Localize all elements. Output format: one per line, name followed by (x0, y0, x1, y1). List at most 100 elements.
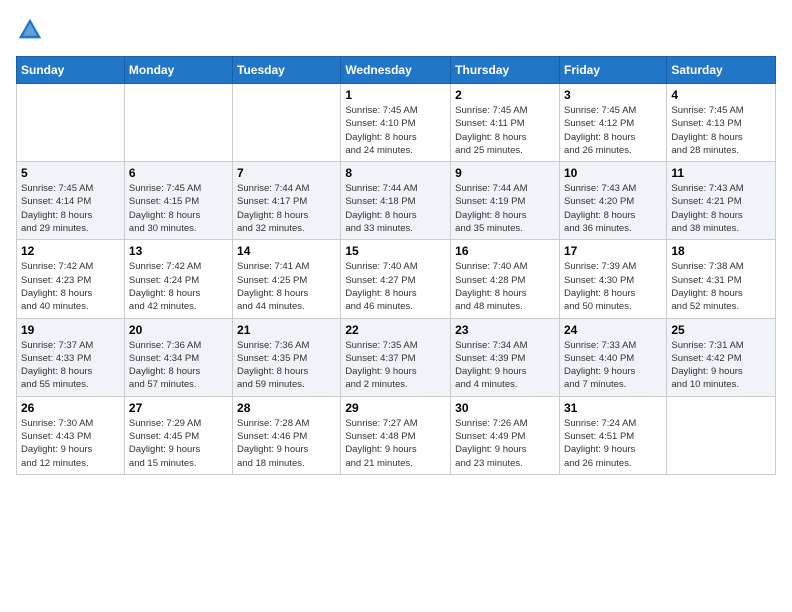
header-wednesday: Wednesday (341, 57, 451, 84)
header-thursday: Thursday (451, 57, 560, 84)
week-row-4: 26 Sunrise: 7:30 AM Sunset: 4:43 PM Dayli… (17, 396, 776, 474)
day-number: 5 (21, 166, 120, 180)
day-number: 29 (345, 401, 446, 415)
day-info: Sunrise: 7:44 AM Sunset: 4:17 PM Dayligh… (237, 182, 336, 235)
calendar-cell (17, 84, 125, 162)
day-number: 19 (21, 323, 120, 337)
calendar-cell: 25 Sunrise: 7:31 AM Sunset: 4:42 PM Dayli… (667, 318, 776, 396)
logo-icon (16, 16, 44, 44)
day-number: 4 (671, 88, 771, 102)
day-info: Sunrise: 7:45 AM Sunset: 4:14 PM Dayligh… (21, 182, 120, 235)
page-header (16, 16, 776, 44)
calendar-cell: 1 Sunrise: 7:45 AM Sunset: 4:10 PM Daylig… (341, 84, 451, 162)
day-number: 17 (564, 244, 662, 258)
day-info: Sunrise: 7:36 AM Sunset: 4:35 PM Dayligh… (237, 339, 336, 392)
day-number: 24 (564, 323, 662, 337)
calendar-cell: 8Sunrise: 7:44 AM Sunset: 4:18 PM Daylig… (341, 162, 451, 240)
calendar-cell: 28Sunrise: 7:28 AM Sunset: 4:46 PM Dayli… (233, 396, 341, 474)
day-number: 10 (564, 166, 662, 180)
calendar-cell: 15 Sunrise: 7:40 AM Sunset: 4:27 PM Dayli… (341, 240, 451, 318)
header-friday: Friday (559, 57, 666, 84)
calendar-cell: 14 Sunrise: 7:41 AM Sunset: 4:25 PM Dayli… (233, 240, 341, 318)
day-number: 26 (21, 401, 120, 415)
calendar-cell: 11 Sunrise: 7:43 AM Sunset: 4:21 PM Dayli… (667, 162, 776, 240)
day-info: Sunrise: 7:37 AM Sunset: 4:33 PM Dayligh… (21, 339, 120, 392)
day-info: Sunrise: 7:44 AM Sunset: 4:19 PM Dayligh… (455, 182, 555, 235)
day-info: Sunrise: 7:40 AM Sunset: 4:28 PM Dayligh… (455, 260, 555, 313)
day-number: 1 (345, 88, 446, 102)
day-info: Sunrise: 7:30 AM Sunset: 4:43 PM Dayligh… (21, 417, 120, 470)
day-number: 31 (564, 401, 662, 415)
day-number: 21 (237, 323, 336, 337)
day-number: 27 (129, 401, 228, 415)
day-info: Sunrise: 7:29 AM Sunset: 4:45 PM Dayligh… (129, 417, 228, 470)
day-number: 9 (455, 166, 555, 180)
day-info: Sunrise: 7:36 AM Sunset: 4:34 PM Dayligh… (129, 339, 228, 392)
day-info: Sunrise: 7:45 AM Sunset: 4:13 PM Dayligh… (671, 104, 771, 157)
day-info: Sunrise: 7:38 AM Sunset: 4:31 PM Dayligh… (671, 260, 771, 313)
day-info: Sunrise: 7:45 AM Sunset: 4:10 PM Dayligh… (345, 104, 446, 157)
day-number: 25 (671, 323, 771, 337)
day-number: 20 (129, 323, 228, 337)
day-info: Sunrise: 7:43 AM Sunset: 4:20 PM Dayligh… (564, 182, 662, 235)
day-number: 22 (345, 323, 446, 337)
day-info: Sunrise: 7:26 AM Sunset: 4:49 PM Dayligh… (455, 417, 555, 470)
day-info: Sunrise: 7:27 AM Sunset: 4:48 PM Dayligh… (345, 417, 446, 470)
calendar-cell: 22 Sunrise: 7:35 AM Sunset: 4:37 PM Dayli… (341, 318, 451, 396)
day-number: 13 (129, 244, 228, 258)
day-info: Sunrise: 7:42 AM Sunset: 4:24 PM Dayligh… (129, 260, 228, 313)
week-row-2: 12 Sunrise: 7:42 AM Sunset: 4:23 PM Dayli… (17, 240, 776, 318)
day-number: 30 (455, 401, 555, 415)
header-monday: Monday (124, 57, 232, 84)
day-number: 15 (345, 244, 446, 258)
day-number: 16 (455, 244, 555, 258)
day-info: Sunrise: 7:42 AM Sunset: 4:23 PM Dayligh… (21, 260, 120, 313)
day-info: Sunrise: 7:33 AM Sunset: 4:40 PM Dayligh… (564, 339, 662, 392)
header-tuesday: Tuesday (233, 57, 341, 84)
calendar-cell: 31 Sunrise: 7:24 AM Sunset: 4:51 PM Dayli… (559, 396, 666, 474)
calendar-cell: 7 Sunrise: 7:44 AM Sunset: 4:17 PM Daylig… (233, 162, 341, 240)
day-number: 11 (671, 166, 771, 180)
header-saturday: Saturday (667, 57, 776, 84)
day-info: Sunrise: 7:45 AM Sunset: 4:11 PM Dayligh… (455, 104, 555, 157)
calendar-cell (233, 84, 341, 162)
logo (16, 16, 48, 44)
day-info: Sunrise: 7:31 AM Sunset: 4:42 PM Dayligh… (671, 339, 771, 392)
calendar-cell: 4 Sunrise: 7:45 AM Sunset: 4:13 PM Daylig… (667, 84, 776, 162)
calendar-cell: 27 Sunrise: 7:29 AM Sunset: 4:45 PM Dayli… (124, 396, 232, 474)
day-number: 18 (671, 244, 771, 258)
day-number: 12 (21, 244, 120, 258)
calendar-cell: 29 Sunrise: 7:27 AM Sunset: 4:48 PM Dayli… (341, 396, 451, 474)
day-info: Sunrise: 7:34 AM Sunset: 4:39 PM Dayligh… (455, 339, 555, 392)
calendar-cell: 24 Sunrise: 7:33 AM Sunset: 4:40 PM Dayli… (559, 318, 666, 396)
calendar-cell: 20 Sunrise: 7:36 AM Sunset: 4:34 PM Dayli… (124, 318, 232, 396)
day-info: Sunrise: 7:28 AM Sunset: 4:46 PM Dayligh… (237, 417, 336, 470)
day-info: Sunrise: 7:35 AM Sunset: 4:37 PM Dayligh… (345, 339, 446, 392)
week-row-0: 1 Sunrise: 7:45 AM Sunset: 4:10 PM Daylig… (17, 84, 776, 162)
calendar-cell (124, 84, 232, 162)
calendar-cell: 13 Sunrise: 7:42 AM Sunset: 4:24 PM Dayli… (124, 240, 232, 318)
day-number: 8 (345, 166, 446, 180)
header-sunday: Sunday (17, 57, 125, 84)
day-number: 7 (237, 166, 336, 180)
week-row-1: 5 Sunrise: 7:45 AM Sunset: 4:14 PM Daylig… (17, 162, 776, 240)
calendar-cell: 23 Sunrise: 7:34 AM Sunset: 4:39 PM Dayli… (451, 318, 560, 396)
day-number: 23 (455, 323, 555, 337)
week-row-3: 19 Sunrise: 7:37 AM Sunset: 4:33 PM Dayli… (17, 318, 776, 396)
calendar-cell: 6Sunrise: 7:45 AM Sunset: 4:15 PM Daylig… (124, 162, 232, 240)
calendar-cell (667, 396, 776, 474)
day-info: Sunrise: 7:24 AM Sunset: 4:51 PM Dayligh… (564, 417, 662, 470)
day-number: 6 (129, 166, 228, 180)
day-number: 14 (237, 244, 336, 258)
calendar-cell: 10 Sunrise: 7:43 AM Sunset: 4:20 PM Dayli… (559, 162, 666, 240)
day-info: Sunrise: 7:40 AM Sunset: 4:27 PM Dayligh… (345, 260, 446, 313)
day-info: Sunrise: 7:43 AM Sunset: 4:21 PM Dayligh… (671, 182, 771, 235)
calendar-cell: 26 Sunrise: 7:30 AM Sunset: 4:43 PM Dayli… (17, 396, 125, 474)
calendar-cell: 19 Sunrise: 7:37 AM Sunset: 4:33 PM Dayli… (17, 318, 125, 396)
day-number: 3 (564, 88, 662, 102)
calendar-cell: 17 Sunrise: 7:39 AM Sunset: 4:30 PM Dayli… (559, 240, 666, 318)
calendar-cell: 9 Sunrise: 7:44 AM Sunset: 4:19 PM Daylig… (451, 162, 560, 240)
calendar: SundayMondayTuesdayWednesdayThursdayFrid… (16, 56, 776, 475)
day-info: Sunrise: 7:39 AM Sunset: 4:30 PM Dayligh… (564, 260, 662, 313)
day-info: Sunrise: 7:41 AM Sunset: 4:25 PM Dayligh… (237, 260, 336, 313)
